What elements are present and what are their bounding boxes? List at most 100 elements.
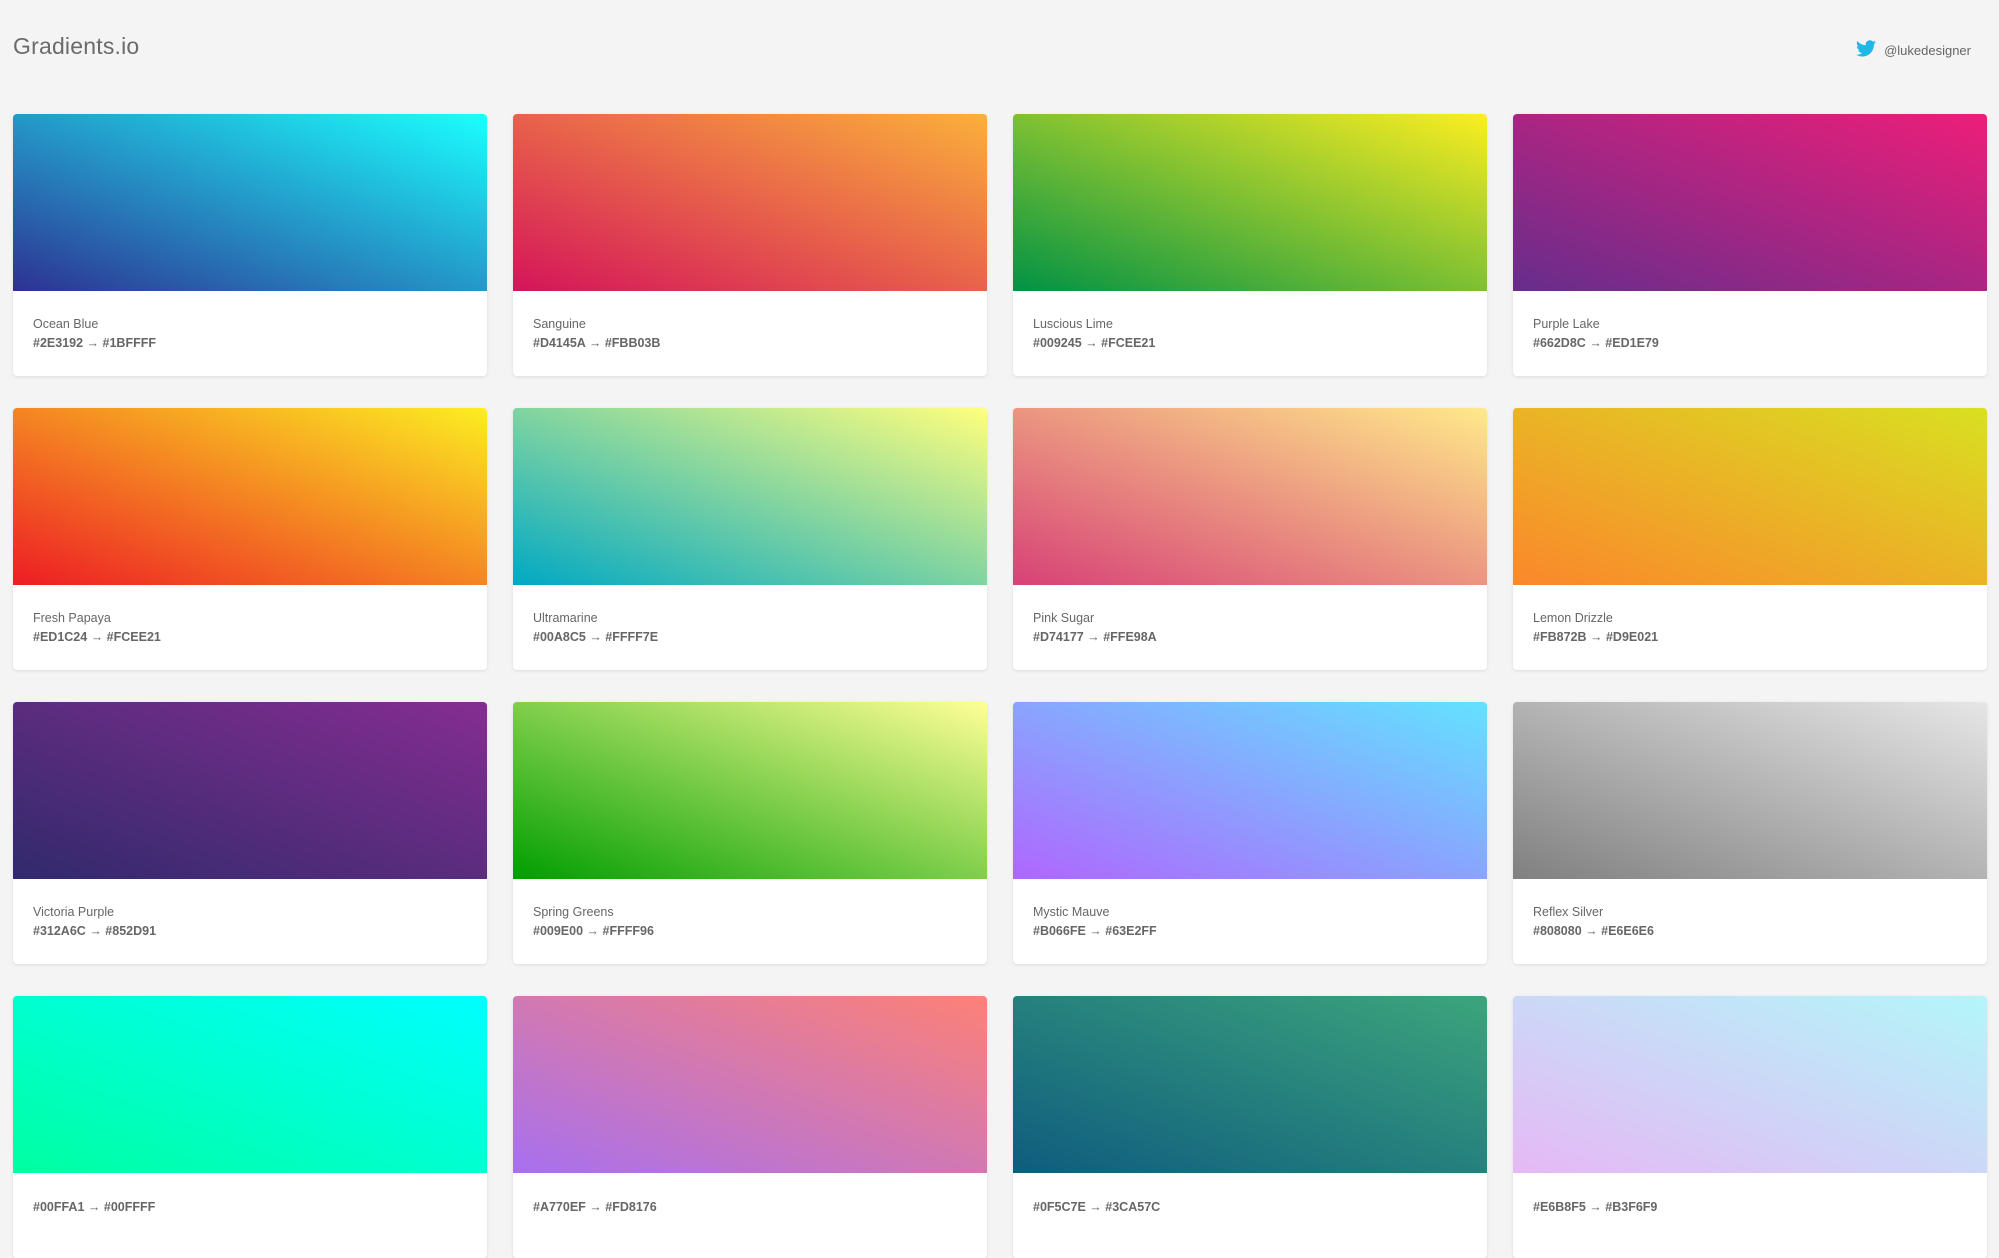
gradient-card[interactable]: #00FFA1 → #00FFFF xyxy=(13,996,487,1258)
color-from[interactable]: #A770EF xyxy=(533,1200,586,1214)
color-from[interactable]: #00FFA1 xyxy=(33,1200,84,1214)
gradient-card[interactable]: Purple Lake #662D8C → #ED1E79 xyxy=(1513,114,1987,376)
arrow-icon: → xyxy=(1085,336,1098,350)
color-from[interactable]: #009245 xyxy=(1033,336,1082,350)
gradient-codes[interactable]: #808080 → #E6E6E6 xyxy=(1533,921,1967,941)
color-to[interactable]: #FD8176 xyxy=(605,1200,656,1214)
color-from[interactable]: #D74177 xyxy=(1033,630,1084,644)
gradient-swatch[interactable] xyxy=(1013,408,1487,585)
gradient-info: Sanguine #D4145A → #FBB03B xyxy=(513,291,987,353)
gradient-swatch[interactable] xyxy=(513,408,987,585)
gradient-info: Mystic Mauve #B066FE → #63E2FF xyxy=(1013,879,1487,941)
color-to[interactable]: #FFFF7E xyxy=(605,630,658,644)
gradient-codes[interactable]: #662D8C → #ED1E79 xyxy=(1533,333,1967,353)
gradient-card[interactable]: Sanguine #D4145A → #FBB03B xyxy=(513,114,987,376)
gradient-swatch[interactable] xyxy=(13,114,487,291)
gradient-card[interactable]: Fresh Papaya #ED1C24 → #FCEE21 xyxy=(13,408,487,670)
gradient-card[interactable]: Pink Sugar #D74177 → #FFE98A xyxy=(1013,408,1487,670)
color-to[interactable]: #FFE98A xyxy=(1103,630,1157,644)
gradient-card[interactable]: Victoria Purple #312A6C → #852D91 xyxy=(13,702,487,964)
color-from[interactable]: #E6B8F5 xyxy=(1533,1200,1586,1214)
gradient-swatch[interactable] xyxy=(1513,702,1987,879)
gradient-swatch[interactable] xyxy=(1013,996,1487,1173)
gradient-card[interactable]: Reflex Silver #808080 → #E6E6E6 xyxy=(1513,702,1987,964)
gradient-codes[interactable]: #B066FE → #63E2FF xyxy=(1033,921,1467,941)
color-from[interactable]: #808080 xyxy=(1533,924,1582,938)
gradient-card[interactable]: Ultramarine #00A8C5 → #FFFF7E xyxy=(513,408,987,670)
gradient-swatch[interactable] xyxy=(1513,408,1987,585)
color-from[interactable]: #FB872B xyxy=(1533,630,1587,644)
gradient-codes[interactable]: #D74177 → #FFE98A xyxy=(1033,627,1467,647)
gradient-swatch[interactable] xyxy=(513,702,987,879)
gradient-name: Mystic Mauve xyxy=(1033,905,1110,919)
gradient-grid: Ocean Blue #2E3192 → #1BFFFF Sanguine #D414… xyxy=(13,114,1987,1258)
gradient-card[interactable]: #A770EF → #FD8176 xyxy=(513,996,987,1258)
gradient-codes[interactable]: #ED1C24 → #FCEE21 xyxy=(33,627,467,647)
gradient-swatch[interactable] xyxy=(13,408,487,585)
gradient-card[interactable]: #E6B8F5 → #B3F6F9 xyxy=(1513,996,1987,1258)
gradient-card[interactable]: Spring Greens #009E00 → #FFFF96 xyxy=(513,702,987,964)
color-to[interactable]: #B3F6F9 xyxy=(1605,1200,1657,1214)
gradient-swatch[interactable] xyxy=(1013,702,1487,879)
color-from[interactable]: #009E00 xyxy=(533,924,583,938)
color-from[interactable]: #2E3192 xyxy=(33,336,83,350)
gradient-card[interactable]: Luscious Lime #009245 → #FCEE21 xyxy=(1013,114,1487,376)
gradient-swatch[interactable] xyxy=(513,996,987,1173)
color-to[interactable]: #1BFFFF xyxy=(103,336,156,350)
gradient-info: Reflex Silver #808080 → #E6E6E6 xyxy=(1513,879,1987,941)
color-to[interactable]: #852D91 xyxy=(105,924,156,938)
gradient-codes[interactable]: #009245 → #FCEE21 xyxy=(1033,333,1467,353)
color-to[interactable]: #ED1E79 xyxy=(1605,336,1659,350)
gradient-swatch[interactable] xyxy=(1013,114,1487,291)
gradient-name: Reflex Silver xyxy=(1533,905,1604,919)
gradient-codes[interactable]: #D4145A → #FBB03B xyxy=(533,333,967,353)
color-from[interactable]: #312A6C xyxy=(33,924,86,938)
gradient-codes[interactable]: #FB872B → #D9E021 xyxy=(1533,627,1967,647)
gradient-codes[interactable]: #00A8C5 → #FFFF7E xyxy=(533,627,967,647)
color-to[interactable]: #E6E6E6 xyxy=(1601,924,1654,938)
color-from[interactable]: #662D8C xyxy=(1533,336,1586,350)
color-from[interactable]: #D4145A xyxy=(533,336,585,350)
arrow-icon: → xyxy=(1089,1200,1102,1214)
gradient-swatch[interactable] xyxy=(13,702,487,879)
arrow-icon: → xyxy=(1585,924,1598,938)
gradient-codes[interactable]: #00FFA1 → #00FFFF xyxy=(33,1197,467,1217)
color-to[interactable]: #3CA57C xyxy=(1105,1200,1160,1214)
color-from[interactable]: #B066FE xyxy=(1033,924,1086,938)
gradient-info: Luscious Lime #009245 → #FCEE21 xyxy=(1013,291,1487,353)
color-from[interactable]: #ED1C24 xyxy=(33,630,87,644)
gradient-swatch[interactable] xyxy=(13,996,487,1173)
color-to[interactable]: #FCEE21 xyxy=(1101,336,1155,350)
twitter-link[interactable]: @lukedesigner xyxy=(1856,40,1971,60)
color-to[interactable]: #FBB03B xyxy=(605,336,661,350)
gradient-info: #00FFA1 → #00FFFF xyxy=(13,1173,487,1217)
color-to[interactable]: #00FFFF xyxy=(104,1200,155,1214)
gradient-codes[interactable]: #009E00 → #FFFF96 xyxy=(533,921,967,941)
color-to[interactable]: #FCEE21 xyxy=(107,630,161,644)
gradient-swatch[interactable] xyxy=(1513,114,1987,291)
site-logo[interactable]: Gradients.io xyxy=(13,33,139,60)
gradient-swatch[interactable] xyxy=(1513,996,1987,1173)
gradient-codes[interactable]: #0F5C7E → #3CA57C xyxy=(1033,1197,1467,1217)
color-to[interactable]: #FFFF96 xyxy=(603,924,654,938)
gradient-info: Victoria Purple #312A6C → #852D91 xyxy=(13,879,487,941)
gradient-info: #0F5C7E → #3CA57C xyxy=(1013,1173,1487,1217)
gradient-card[interactable]: Ocean Blue #2E3192 → #1BFFFF xyxy=(13,114,487,376)
gradient-codes[interactable]: #A770EF → #FD8176 xyxy=(533,1197,967,1217)
gradient-codes[interactable]: #2E3192 → #1BFFFF xyxy=(33,333,467,353)
gradient-codes[interactable]: #312A6C → #852D91 xyxy=(33,921,467,941)
twitter-bird-icon xyxy=(1856,40,1877,60)
color-from[interactable]: #00A8C5 xyxy=(533,630,586,644)
gradient-card[interactable]: #0F5C7E → #3CA57C xyxy=(1013,996,1487,1258)
gradient-card[interactable]: Mystic Mauve #B066FE → #63E2FF xyxy=(1013,702,1487,964)
gradient-swatch[interactable] xyxy=(513,114,987,291)
arrow-icon: → xyxy=(90,630,104,644)
gradient-codes[interactable]: #E6B8F5 → #B3F6F9 xyxy=(1533,1197,1967,1217)
gradient-name: Lemon Drizzle xyxy=(1533,611,1613,625)
color-from[interactable]: #0F5C7E xyxy=(1033,1200,1086,1214)
color-to[interactable]: #D9E021 xyxy=(1606,630,1658,644)
arrow-icon: → xyxy=(589,1200,602,1214)
gradient-name: Sanguine xyxy=(533,317,586,331)
color-to[interactable]: #63E2FF xyxy=(1105,924,1156,938)
gradient-card[interactable]: Lemon Drizzle #FB872B → #D9E021 xyxy=(1513,408,1987,670)
